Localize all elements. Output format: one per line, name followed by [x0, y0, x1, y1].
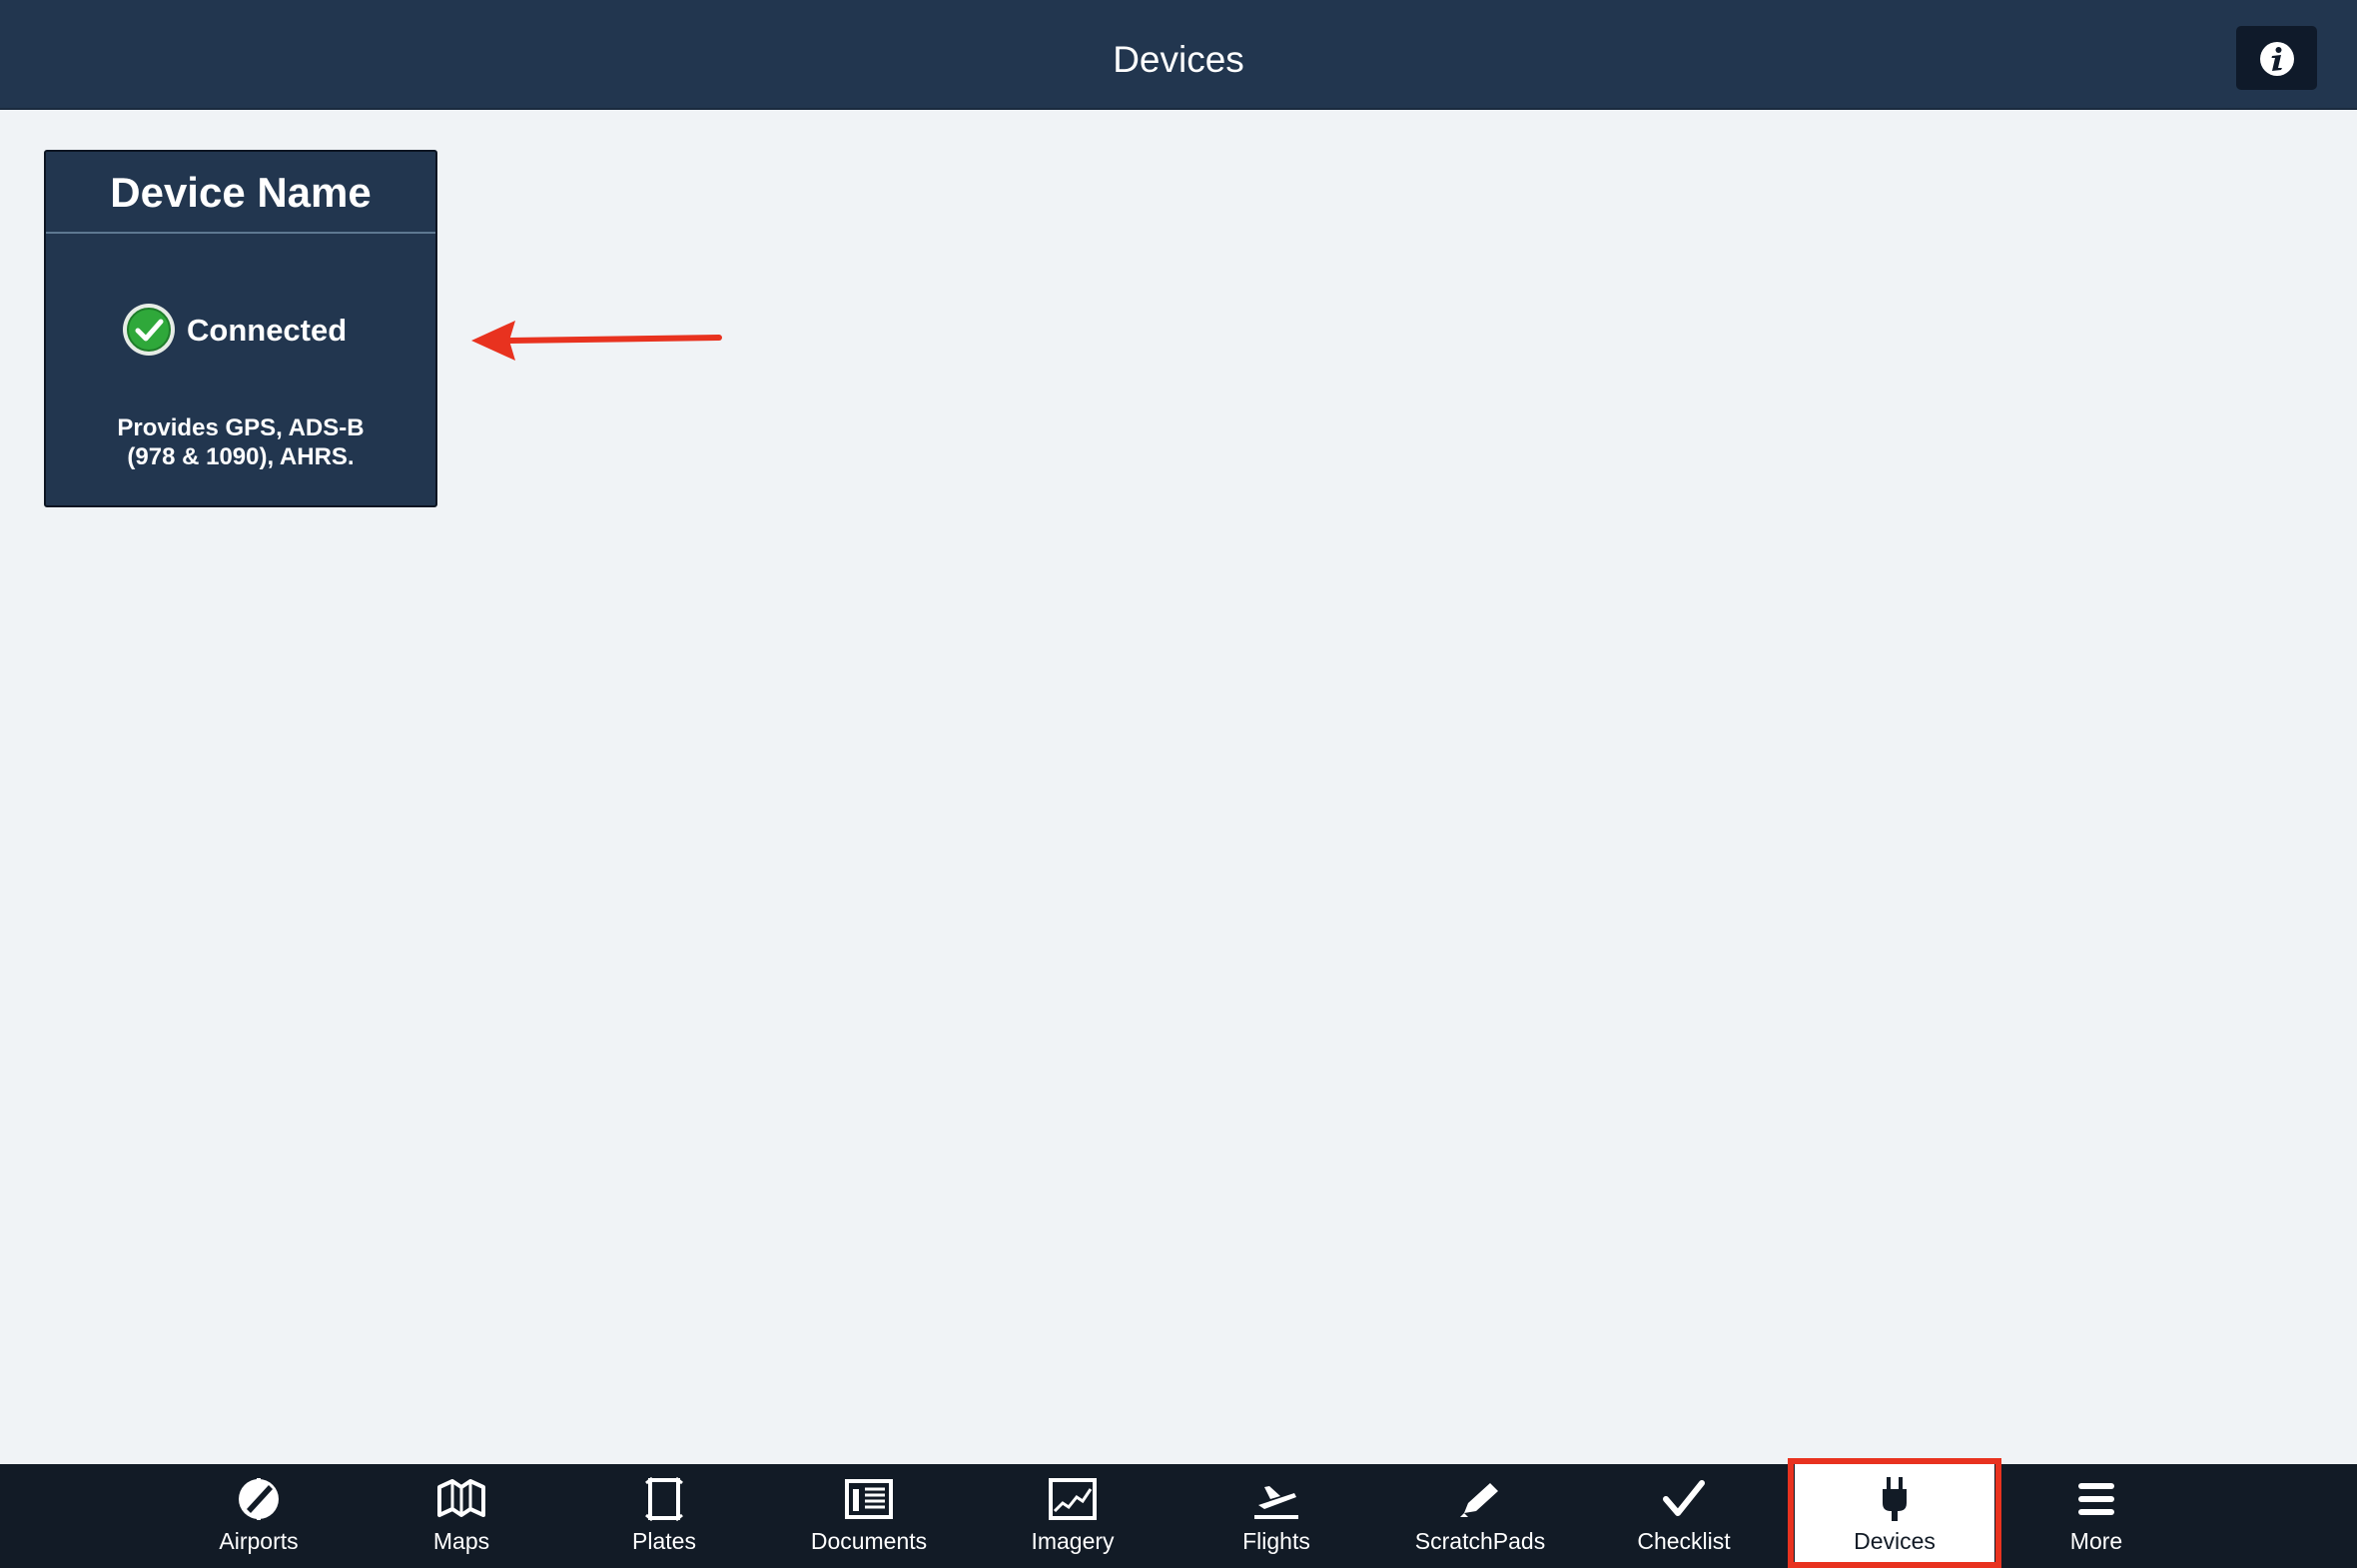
tab-checklist[interactable]: Checklist: [1584, 1464, 1784, 1568]
device-description: Provides GPS, ADS-B (978 & 1090), AHRS.: [66, 413, 415, 471]
info-icon: [2260, 42, 2294, 76]
plug-icon: [1883, 1477, 1907, 1521]
tab-label: Devices: [1854, 1528, 1936, 1554]
top-bar: Devices: [0, 0, 2357, 110]
device-name: Device Name: [110, 169, 372, 216]
tab-maps[interactable]: Maps: [362, 1464, 561, 1568]
tab-label: Flights: [1242, 1528, 1310, 1554]
tab-flights[interactable]: Flights: [1177, 1464, 1376, 1568]
check-circle-icon: [123, 304, 175, 356]
tab-devices[interactable]: Devices: [1795, 1464, 1994, 1568]
documents-icon: [845, 1479, 893, 1519]
menu-icon: [2078, 1483, 2114, 1515]
page-title: Devices: [1113, 39, 1244, 80]
tab-label: Plates: [632, 1528, 696, 1554]
annotation-arrow: [471, 321, 722, 361]
device-card[interactable]: Device Name Connected Provides GPS, ADS-…: [44, 150, 437, 507]
status-label: Connected: [187, 313, 348, 348]
tab-label: Documents: [810, 1528, 928, 1554]
pencil-icon: [1460, 1483, 1498, 1517]
flights-icon: [1254, 1486, 1298, 1519]
tab-label: Checklist: [1637, 1528, 1731, 1554]
tab-label: ScratchPads: [1414, 1528, 1546, 1554]
checkmark-icon: [1663, 1480, 1705, 1516]
tab-documents[interactable]: Documents: [769, 1464, 969, 1568]
airport-icon: [239, 1478, 279, 1520]
tab-label: Imagery: [1031, 1528, 1115, 1554]
description-line-1: Provides GPS, ADS-B: [117, 414, 365, 441]
tab-label: More: [2069, 1528, 2123, 1554]
tab-imagery[interactable]: Imagery: [973, 1464, 1173, 1568]
card-divider: [46, 232, 435, 234]
tab-label: Airports: [219, 1528, 299, 1554]
tab-label: Maps: [432, 1528, 490, 1554]
tab-plates[interactable]: Plates: [564, 1464, 764, 1568]
tab-more[interactable]: More: [1996, 1464, 2196, 1568]
imagery-icon: [1049, 1478, 1097, 1520]
plate-icon: [645, 1476, 683, 1522]
connection-status: Connected: [46, 302, 435, 358]
map-icon: [437, 1479, 485, 1517]
description-line-2: (978 & 1090), AHRS.: [127, 443, 355, 470]
tab-airports[interactable]: Airports: [159, 1464, 359, 1568]
tab-scratchpads[interactable]: ScratchPads: [1380, 1464, 1580, 1568]
info-button[interactable]: [2236, 26, 2317, 90]
tab-bar: Airports Maps Plates Documents Imagery F…: [0, 1464, 2357, 1568]
